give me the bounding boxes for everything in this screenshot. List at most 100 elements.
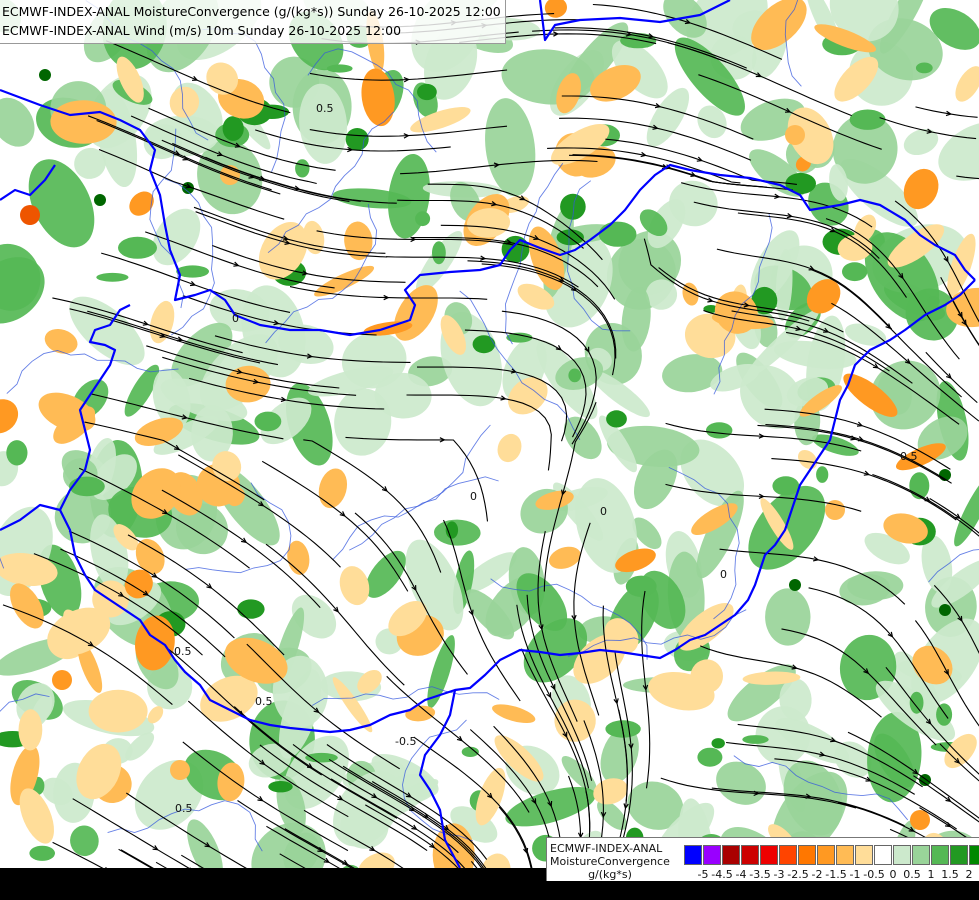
contour-label: 0.5 (900, 450, 918, 463)
convergence-core (415, 211, 431, 227)
legend-swatch (779, 845, 797, 865)
convergence-core (625, 575, 657, 597)
legend-line-2: MoistureConvergence (550, 855, 670, 868)
convergence-core (118, 236, 157, 259)
convergence-core (920, 306, 946, 321)
convergence-core (69, 476, 105, 497)
convergence-core (254, 411, 282, 432)
convergence-core (295, 159, 310, 178)
convergence-hotspot (39, 69, 51, 81)
convergence-core (222, 116, 244, 141)
convergence-core (6, 440, 28, 466)
legend-tick-label: -4.5 (711, 868, 733, 881)
legend-swatch (855, 845, 873, 865)
convergence-core (237, 599, 265, 619)
convergence-core (417, 83, 437, 101)
legend-tick-label: -1.5 (825, 868, 847, 881)
convergence-core (176, 265, 210, 278)
legend-tick-label: -2 (811, 868, 823, 881)
convergence-core (909, 691, 924, 714)
convergence-hotspot (939, 604, 951, 616)
contour-label: 0.5 (175, 802, 193, 815)
convergence-core (697, 747, 723, 767)
convergence-core (326, 64, 353, 73)
divergence-hotspot (20, 205, 40, 225)
convergence-hotspot (789, 579, 801, 591)
convergence-core (432, 241, 446, 265)
bottom-bar-right (546, 880, 979, 900)
convergence-core (927, 296, 940, 307)
color-legend: ECMWF-INDEX-ANAL MoistureConvergence g/(… (546, 837, 979, 881)
legend-swatches (684, 845, 979, 865)
map-title: ECMWF-INDEX-ANAL MoistureConvergence (g/… (0, 0, 506, 44)
convergence-core (568, 368, 581, 383)
legend-tick-label: -2.5 (787, 868, 809, 881)
legend-swatch (703, 845, 721, 865)
divergence-hotspot (785, 125, 805, 145)
legend-tick-label: -0.5 (863, 868, 885, 881)
title-line-1: ECMWF-INDEX-ANAL MoistureConvergence (g/… (2, 4, 501, 19)
contour-label: -0.5 (170, 645, 191, 658)
divergence-hotspot (170, 760, 190, 780)
legend-swatch (912, 845, 930, 865)
legend-tick-label: 2 (965, 868, 973, 881)
legend-swatch (969, 845, 979, 865)
legend-swatch (950, 845, 968, 865)
legend-line-3: g/(kg*s) (588, 868, 632, 881)
contour-label: 0.5 (255, 695, 273, 708)
contour-label: 0 (232, 312, 239, 325)
contour-label: 0 (470, 490, 477, 503)
convergence-core (268, 781, 293, 793)
divergence-hotspot (910, 810, 930, 830)
convergence-core (842, 262, 868, 282)
contour-label: 0.5 (316, 102, 334, 115)
legend-swatch (741, 845, 759, 865)
legend-tick-label: 1.5 (941, 868, 959, 881)
convergence-core (345, 128, 369, 151)
bottom-bar (0, 868, 546, 900)
convergence-core (742, 735, 769, 744)
convergence-core (915, 62, 933, 74)
contour-label: 0 (600, 505, 607, 518)
convergence-core (772, 476, 800, 496)
legend-tick-label: -3 (773, 868, 785, 881)
convergence-core (29, 845, 55, 861)
legend-swatch (874, 845, 892, 865)
legend-swatch (836, 845, 854, 865)
legend-tick-label: -4 (735, 868, 747, 881)
convergence-core (305, 752, 338, 763)
legend-swatch (684, 845, 702, 865)
convergence-core (506, 332, 533, 343)
convergence-core (461, 746, 479, 758)
convergence-core (849, 109, 886, 130)
convergence-core (598, 221, 637, 247)
legend-swatch (931, 845, 949, 865)
legend-tick-label: 1 (927, 868, 935, 881)
contour-label: -0.5 (395, 735, 416, 748)
convergence-core (96, 272, 129, 282)
convergence-core (936, 703, 953, 726)
legend-swatch (798, 845, 816, 865)
legend-caption: ECMWF-INDEX-ANAL MoistureConvergence g/(… (550, 842, 678, 881)
legend-swatch (722, 845, 740, 865)
legend-tick-label: -1 (849, 868, 861, 881)
convergence-core (711, 738, 725, 749)
legend-tick-label: 0 (889, 868, 897, 881)
convergence-core (606, 410, 627, 428)
weather-map: 0.5 0 -0.5 0 0.5 0 0.5 -0.5 0 0.5 ECMWF-INDEX-ANA… (0, 0, 979, 900)
divergence-patch (88, 689, 148, 733)
map-canvas: 0.5 0 -0.5 0 0.5 0 0.5 -0.5 0 0.5 (0, 0, 979, 900)
contour-label: 0 (720, 568, 727, 581)
legend-tick-label: -3.5 (749, 868, 771, 881)
legend-tick-label: 0.5 (903, 868, 921, 881)
convergence-core (501, 235, 530, 263)
convergence-core (472, 335, 496, 354)
legend-swatch (817, 845, 835, 865)
convergence-core (706, 422, 733, 439)
divergence-hotspot (52, 670, 72, 690)
convergence-core (816, 466, 829, 483)
legend-tick-label: -5 (697, 868, 709, 881)
legend-swatch (893, 845, 911, 865)
legend-swatch (760, 845, 778, 865)
convergence-hotspot (94, 194, 106, 206)
